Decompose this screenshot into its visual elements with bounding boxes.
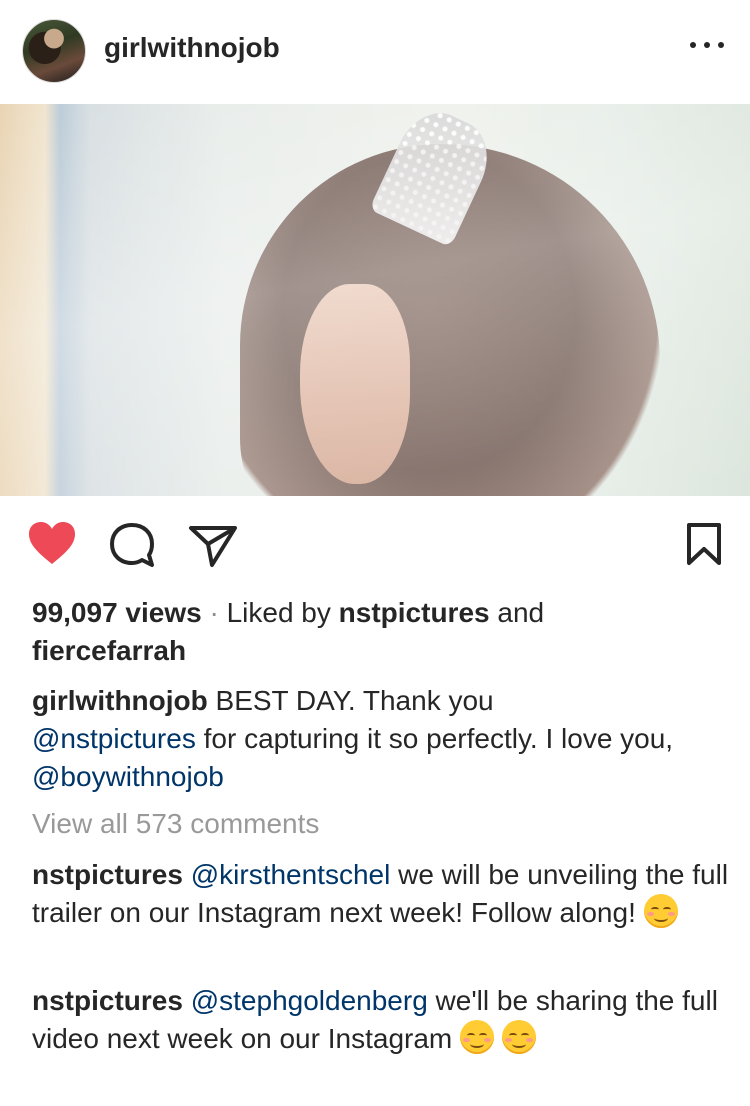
save-button[interactable] [686,522,722,566]
liked-by-user[interactable]: fiercefarrah [32,635,186,666]
dot [718,42,724,48]
dot [704,42,710,48]
dot [690,42,696,48]
comment-icon [110,523,154,567]
comment-author[interactable]: nstpictures [32,859,183,890]
share-icon [189,526,237,567]
bookmark-icon [687,523,721,565]
engagement-summary: 99,097 views · Liked by nstpictures and … [32,594,732,670]
caption-mention[interactable]: @nstpictures [32,723,196,754]
caption-mention[interactable]: @boywithnojob [32,761,224,792]
share-button[interactable] [188,524,238,568]
comment-button[interactable] [108,522,156,568]
comment-item: nstpictures @stephgoldenberg we'll be sh… [32,982,732,1058]
smiling-face-emoji-icon [460,1020,495,1054]
view-all-comments-link[interactable]: View all 573 comments [32,808,319,840]
views-count: 99,097 views [32,597,202,628]
comment-item: nstpictures @kirsthentschel we will be u… [32,856,732,932]
avatar[interactable] [22,19,86,83]
comment-mention[interactable]: @stephgoldenberg [191,985,428,1016]
caption-author[interactable]: girlwithnojob [32,685,208,716]
caption-text: BEST DAY. Thank you [215,685,494,716]
smiling-face-emoji-icon [643,894,678,928]
comment-mention[interactable]: @kirsthentschel [191,859,391,890]
media-veil-overlay [0,104,750,496]
liked-by-and: and [497,597,545,628]
separator: · [209,597,219,628]
more-options-icon[interactable] [690,38,724,52]
liked-by-user[interactable]: nstpictures [339,597,490,628]
post-username[interactable]: girlwithnojob [104,32,280,64]
comment-author[interactable]: nstpictures [32,985,183,1016]
heart-icon [29,522,75,564]
smiling-face-emoji-icon [501,1020,536,1054]
liked-by-prefix: Liked by [226,597,331,628]
post-header: girlwithnojob [0,0,750,104]
like-button[interactable] [27,520,77,566]
post-caption: girlwithnojob BEST DAY. Thank you @nstpi… [32,682,732,796]
caption-text: for capturing it so perfectly. I love yo… [203,723,674,754]
post-media[interactable] [0,104,750,496]
